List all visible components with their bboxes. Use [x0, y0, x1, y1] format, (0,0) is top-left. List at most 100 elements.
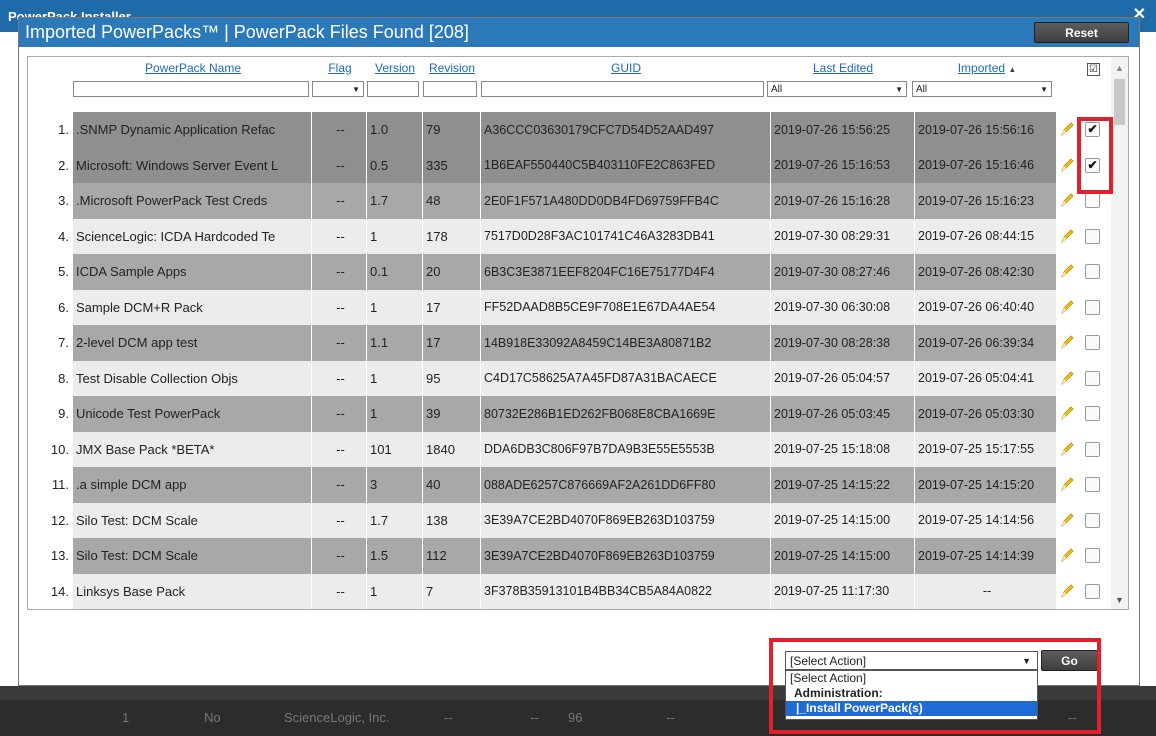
pencil-icon[interactable] — [1059, 512, 1075, 528]
reset-button[interactable]: Reset — [1034, 22, 1129, 43]
table-row[interactable]: 3. .Microsoft PowerPack Test Creds -- 1.7 48… — [28, 183, 1113, 219]
pencil-icon[interactable] — [1059, 476, 1075, 492]
cell-guid: 5E920645FD54E81ABE402EAB17E46BC — [481, 609, 771, 610]
pencil-icon[interactable] — [1059, 192, 1075, 208]
row-checkbox[interactable]: ✔ — [1085, 157, 1100, 173]
row-checkbox[interactable] — [1085, 335, 1100, 350]
chevron-down-icon: ▼ — [352, 84, 360, 94]
pencil-icon[interactable] — [1059, 121, 1075, 137]
scroll-up-icon[interactable]: ▲ — [1115, 63, 1124, 73]
col-header-imported[interactable]: Imported ▲ — [915, 61, 1059, 75]
cell-imported: 2019-07-26 15:56:16 — [915, 112, 1057, 148]
cell-imported: -- — [915, 609, 1057, 610]
cell-version: 101 — [367, 431, 423, 467]
table-row[interactable]: 13. Silo Test: DCM Scale -- 1.5 112 3E39A7CE2… — [28, 538, 1113, 574]
select-all-checkbox[interactable]: ☑ — [1087, 63, 1100, 76]
cell-last-edited: 2019-07-25 14:15:00 — [771, 502, 915, 538]
cell-imported: 2019-07-25 14:14:39 — [915, 538, 1057, 574]
filter-flag-select[interactable]: ▼ — [312, 81, 364, 97]
pencil-icon[interactable] — [1059, 583, 1075, 599]
cell-imported: 2019-07-25 14:15:20 — [915, 467, 1057, 503]
action-select[interactable]: [Select Action] ▼ — [785, 651, 1038, 670]
cell-revision: 95 — [423, 360, 481, 396]
filter-version-input[interactable] — [367, 81, 419, 97]
cell-guid: 3E39A7CE2BD4070F869EB263D103759 — [481, 538, 771, 574]
cell-name: .SNMP Dynamic Application Refac — [73, 112, 312, 148]
action-dropdown-list: [Select Action] Administration: |_Instal… — [785, 670, 1038, 720]
cell-version: 1 — [367, 396, 423, 432]
table-row[interactable]: 2. Microsoft: Windows Server Event L -- 0.5… — [28, 147, 1113, 183]
table-row[interactable]: 12. Silo Test: DCM Scale -- 1.7 138 3E39A7CE2… — [28, 502, 1113, 538]
table-scrollbar[interactable]: ▲ ▼ — [1111, 57, 1128, 609]
scroll-down-icon[interactable]: ▼ — [1115, 595, 1124, 605]
row-checkbox[interactable] — [1085, 512, 1100, 528]
cell-num: 9. — [58, 406, 69, 422]
pencil-icon[interactable] — [1059, 228, 1075, 244]
filter-guid-input[interactable] — [481, 81, 764, 97]
col-header-name[interactable]: PowerPack Name — [73, 61, 313, 75]
table-row[interactable]: 4. ScienceLogic: ICDA Hardcoded Te -- 1 178 7… — [28, 218, 1113, 254]
scrollbar-thumb[interactable] — [1114, 79, 1125, 125]
cell-flag: -- — [312, 502, 367, 538]
pencil-icon[interactable] — [1059, 405, 1075, 421]
col-header-guid[interactable]: GUID — [481, 61, 771, 75]
row-checkbox[interactable] — [1085, 441, 1100, 457]
row-checkbox[interactable] — [1085, 264, 1100, 279]
powerpack-panel: Imported PowerPacks™ | PowerPack Files F… — [18, 17, 1140, 686]
table-row[interactable]: 6. Sample DCM+R Pack -- 1 17 FF52DAAD8B5CE9F7… — [28, 289, 1113, 325]
column-header-row: PowerPack Name Flag Version Revision GUI… — [28, 57, 1113, 105]
cell-num: 3. — [58, 193, 69, 209]
table-row[interactable]: 7. 2-level DCM app test -- 1.1 17 14B918E3309… — [28, 325, 1113, 361]
table-row[interactable]: 1. .SNMP Dynamic Application Refac -- 1.0 79… — [28, 112, 1113, 148]
row-checkbox[interactable] — [1085, 193, 1100, 208]
row-checkbox[interactable] — [1085, 548, 1100, 563]
cell-name: ICDA Sample Apps — [73, 254, 312, 290]
pencil-icon[interactable] — [1059, 299, 1075, 315]
col-header-version[interactable]: Version — [367, 61, 423, 75]
cell-version: 0.5 — [367, 147, 423, 183]
cell-revision: 112 — [423, 538, 481, 574]
filter-last-edited-select[interactable]: All ▼ — [767, 81, 907, 97]
filter-imported-select[interactable]: All ▼ — [912, 81, 1052, 97]
row-checkbox[interactable] — [1085, 228, 1100, 244]
row-checkbox[interactable] — [1085, 477, 1100, 492]
cell-version: 1.7 — [367, 183, 423, 219]
table-row[interactable]: 9. Unicode Test PowerPack -- 1 39 80732E286B1… — [28, 396, 1113, 432]
cell-num: 12. — [50, 512, 69, 528]
table-row[interactable]: 11. .a simple DCM app -- 3 40 088ADE6257C8766… — [28, 467, 1113, 503]
action-option-install-powerpack[interactable]: |_Install PowerPack(s) — [786, 701, 1037, 716]
row-checkbox[interactable]: ✔ — [1085, 122, 1100, 137]
row-checkbox[interactable] — [1085, 299, 1100, 315]
filter-revision-input[interactable] — [423, 81, 477, 97]
row-checkbox[interactable] — [1085, 406, 1100, 421]
table-row[interactable]: 10. JMX Base Pack *BETA* -- 101 1840 DDA6DB3C… — [28, 431, 1113, 467]
pencil-icon[interactable] — [1059, 547, 1075, 563]
filter-name-input[interactable] — [73, 81, 309, 97]
pencil-icon[interactable] — [1059, 441, 1075, 457]
pencil-icon[interactable] — [1059, 370, 1075, 386]
action-option-select[interactable]: [Select Action] — [786, 671, 1037, 686]
cell-flag: -- — [312, 183, 367, 219]
col-header-flag[interactable]: Flag — [312, 61, 368, 75]
pencil-icon[interactable] — [1059, 263, 1075, 279]
table-body: 1. .SNMP Dynamic Application Refac -- 1.0 79… — [28, 112, 1113, 610]
cell-imported: -- — [915, 573, 1057, 609]
cell-imported: 2019-07-26 06:39:34 — [915, 325, 1057, 361]
col-header-revision[interactable]: Revision — [423, 61, 481, 75]
go-button[interactable]: Go — [1041, 650, 1098, 671]
pencil-icon[interactable] — [1059, 334, 1075, 350]
cell-name: Unicode Test PowerPack — [73, 396, 312, 432]
col-header-last-edited[interactable]: Last Edited — [771, 61, 915, 75]
row-checkbox[interactable] — [1085, 370, 1100, 386]
pencil-icon[interactable] — [1059, 157, 1075, 173]
table-row[interactable]: 15.UCD-SNMP Base Pack--7.3.6985E920645FD… — [28, 609, 1113, 610]
table-row[interactable]: 8. Test Disable Collection Objs -- 1 95 C4D17… — [28, 360, 1113, 396]
row-checkbox[interactable] — [1085, 583, 1100, 599]
cell-version: 1.0 — [367, 112, 423, 148]
cell-last-edited: 2019-07-26 15:16:53 — [771, 147, 915, 183]
table-row[interactable]: 14. Linksys Base Pack -- 1 7 3F378B35913101B4… — [28, 573, 1113, 609]
cell-guid: 7517D0D28F3AC101741C46A3283DB41 — [481, 218, 771, 254]
cell-name: UCD-SNMP Base Pack — [73, 609, 312, 610]
table-row[interactable]: 5. ICDA Sample Apps -- 0.1 20 6B3C3E3871EEF82… — [28, 254, 1113, 290]
cell-name: Linksys Base Pack — [73, 573, 312, 609]
